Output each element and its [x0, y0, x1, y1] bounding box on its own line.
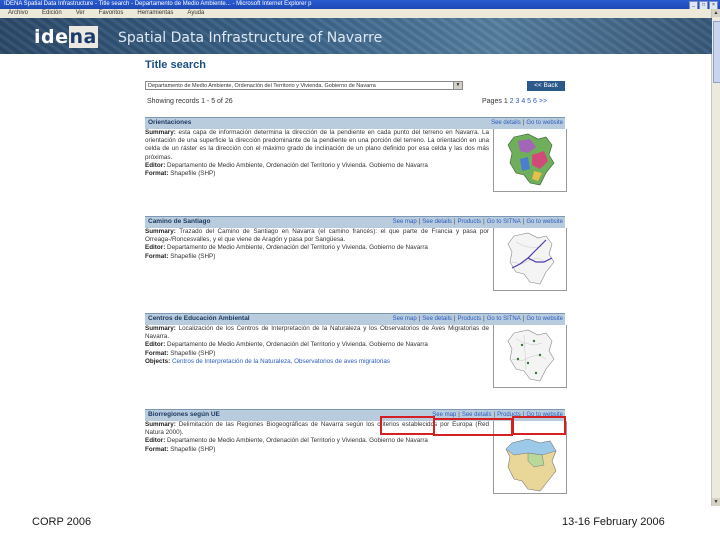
editor-label: Editor: — [145, 244, 166, 252]
result-thumbnail[interactable] — [493, 129, 567, 192]
go-to-sitna-link[interactable]: Go to SITNA — [487, 219, 521, 225]
result-header: Centros de Educación Ambiental See map | S… — [145, 313, 565, 325]
footer-right: 13-16 February 2006 — [562, 516, 665, 528]
editor-text: Departamento de Medio Ambiente, Ordenaci… — [167, 341, 428, 349]
back-button[interactable]: << Back — [527, 81, 565, 91]
format-text: Shapefile (SHP) — [170, 445, 216, 453]
banner-subtitle: Spatial Data Infrastructure of Navarre — [118, 30, 383, 46]
menu-favoritos[interactable]: Favoritos — [99, 9, 124, 18]
window-controls: _ □ × — [689, 1, 718, 9]
result-title: Orientaciones — [148, 119, 192, 126]
see-details-link[interactable]: See details — [422, 316, 452, 322]
see-details-link[interactable]: See details — [422, 219, 452, 225]
summary-label: Summary: — [145, 228, 176, 235]
see-details-link[interactable]: See details — [491, 120, 521, 126]
result-title: Biorregiones según UE — [148, 411, 220, 418]
menu-herramientas[interactable]: Herramientas — [137, 9, 173, 18]
summary-text: esta capa de información determina la di… — [145, 129, 489, 161]
editor-text: Departamento de Medio Ambiente, Ordenaci… — [167, 161, 428, 169]
result-title: Centros de Educación Ambiental — [148, 315, 250, 322]
format-text: Shapefile (SHP) — [170, 349, 216, 357]
scroll-thumb[interactable] — [713, 21, 720, 83]
summary-text: Trazado del Camino de Santiago en Navarr… — [145, 228, 489, 244]
objects-link[interactable]: Centros de Interpretación de la Naturale… — [172, 358, 390, 365]
pages-label: Pages — [482, 98, 502, 105]
minimize-icon[interactable]: _ — [689, 1, 698, 9]
menu-edicion[interactable]: Edición — [42, 9, 62, 18]
idena-logo[interactable]: idena — [34, 26, 98, 48]
highlight-box — [380, 416, 435, 435]
products-link[interactable]: Products — [457, 219, 481, 225]
logo-text-b: na — [68, 26, 98, 48]
result-item: Orientaciones See details | Go to website … — [145, 117, 567, 201]
site-banner: idena Spatial Data Infrastructure of Nav… — [0, 18, 712, 54]
result-item: Camino de Santiago See map | See details | P… — [145, 216, 567, 300]
page-title: Title search — [145, 59, 206, 71]
menu-archivo[interactable]: Archivo — [8, 9, 28, 18]
scroll-up-icon[interactable]: ▲ — [712, 9, 720, 17]
editor-text: Departamento de Medio Ambiente, Ordenaci… — [167, 244, 428, 252]
result-links: See details | Go to website — [491, 120, 563, 126]
editor-label: Editor: — [145, 161, 166, 169]
editor-label: Editor: — [145, 341, 166, 349]
menu-ayuda[interactable]: Ayuda — [187, 9, 204, 18]
format-label: Format: — [145, 170, 169, 178]
highlight-box — [512, 416, 566, 435]
go-to-website-link[interactable]: Go to website — [526, 219, 563, 225]
select-value: Departamento de Medio Ambiente, Ordenaci… — [148, 83, 376, 89]
products-link[interactable]: Products — [457, 316, 481, 322]
result-links: See map | See details | Products | Go to SITNA… — [392, 219, 563, 225]
pagination: Pages 1 2 3 4 5 6 >> — [482, 98, 547, 105]
logo-text-a: ide — [34, 26, 69, 48]
slide-footer: CORP 2006 13-16 February 2006 — [0, 506, 720, 540]
page-links[interactable]: 2 3 4 5 6 >> — [510, 98, 547, 105]
editor-label: Editor: — [145, 437, 166, 445]
see-map-link[interactable]: See map — [393, 316, 417, 322]
camino-map-image — [507, 232, 555, 285]
result-thumbnail[interactable] — [493, 228, 567, 291]
summary-text: Localización de los Centros de Interpret… — [145, 325, 489, 341]
menu-ver[interactable]: Ver — [76, 9, 85, 18]
result-title: Camino de Santiago — [148, 218, 211, 225]
chevron-down-icon[interactable]: ▼ — [453, 82, 462, 89]
result-links: See map | See details | Products | Go to SITNA… — [392, 316, 563, 322]
format-label: Format: — [145, 252, 169, 260]
result-body: Summary: Localización de los Centros de … — [145, 325, 489, 366]
go-to-website-link[interactable]: Go to website — [526, 120, 563, 126]
result-header: Orientaciones See details | Go to website — [145, 117, 565, 129]
centros-map-image — [507, 329, 555, 382]
highlight-box — [433, 418, 513, 436]
summary-label: Summary: — [145, 421, 176, 428]
vertical-scrollbar[interactable]: ▲ ▼ — [711, 9, 720, 506]
go-to-sitna-link[interactable]: Go to SITNA — [487, 316, 521, 322]
format-text: Shapefile (SHP) — [170, 252, 216, 260]
format-text: Shapefile (SHP) — [170, 170, 216, 178]
editor-text: Departamento de Medio Ambiente, Ordenaci… — [167, 437, 428, 445]
result-header: Camino de Santiago See map | See details | P… — [145, 216, 565, 228]
organization-select[interactable]: Departamento de Medio Ambiente, Ordenaci… — [145, 81, 463, 90]
orientation-map-image — [507, 133, 555, 186]
go-to-website-link[interactable]: Go to website — [526, 316, 563, 322]
menubar: Archivo Edición Ver Favoritos Herramient… — [0, 9, 720, 18]
summary-label: Summary: — [145, 129, 176, 136]
result-body: Summary: esta capa de información determ… — [145, 129, 489, 178]
window-title: IDENA Spatial Data Infrastructure - Titl… — [4, 1, 312, 7]
objects-label: Objects: — [145, 357, 171, 365]
window-titlebar: IDENA Spatial Data Infrastructure - Titl… — [0, 0, 720, 9]
format-label: Format: — [145, 445, 169, 453]
records-count: Showing records 1 - 5 of 26 — [147, 98, 233, 105]
result-thumbnail[interactable] — [493, 325, 567, 388]
format-label: Format: — [145, 349, 169, 357]
maximize-icon[interactable]: □ — [699, 1, 708, 9]
see-map-link[interactable]: See map — [393, 219, 417, 225]
summary-label: Summary: — [145, 325, 176, 332]
close-icon[interactable]: × — [709, 1, 718, 9]
result-body: Summary: Trazado del Camino de Santiago … — [145, 228, 489, 261]
footer-left: CORP 2006 — [32, 516, 92, 528]
current-page: 1 — [503, 98, 508, 105]
scroll-down-icon[interactable]: ▼ — [712, 498, 720, 506]
result-item: Centros de Educación Ambiental See map | S… — [145, 313, 567, 397]
